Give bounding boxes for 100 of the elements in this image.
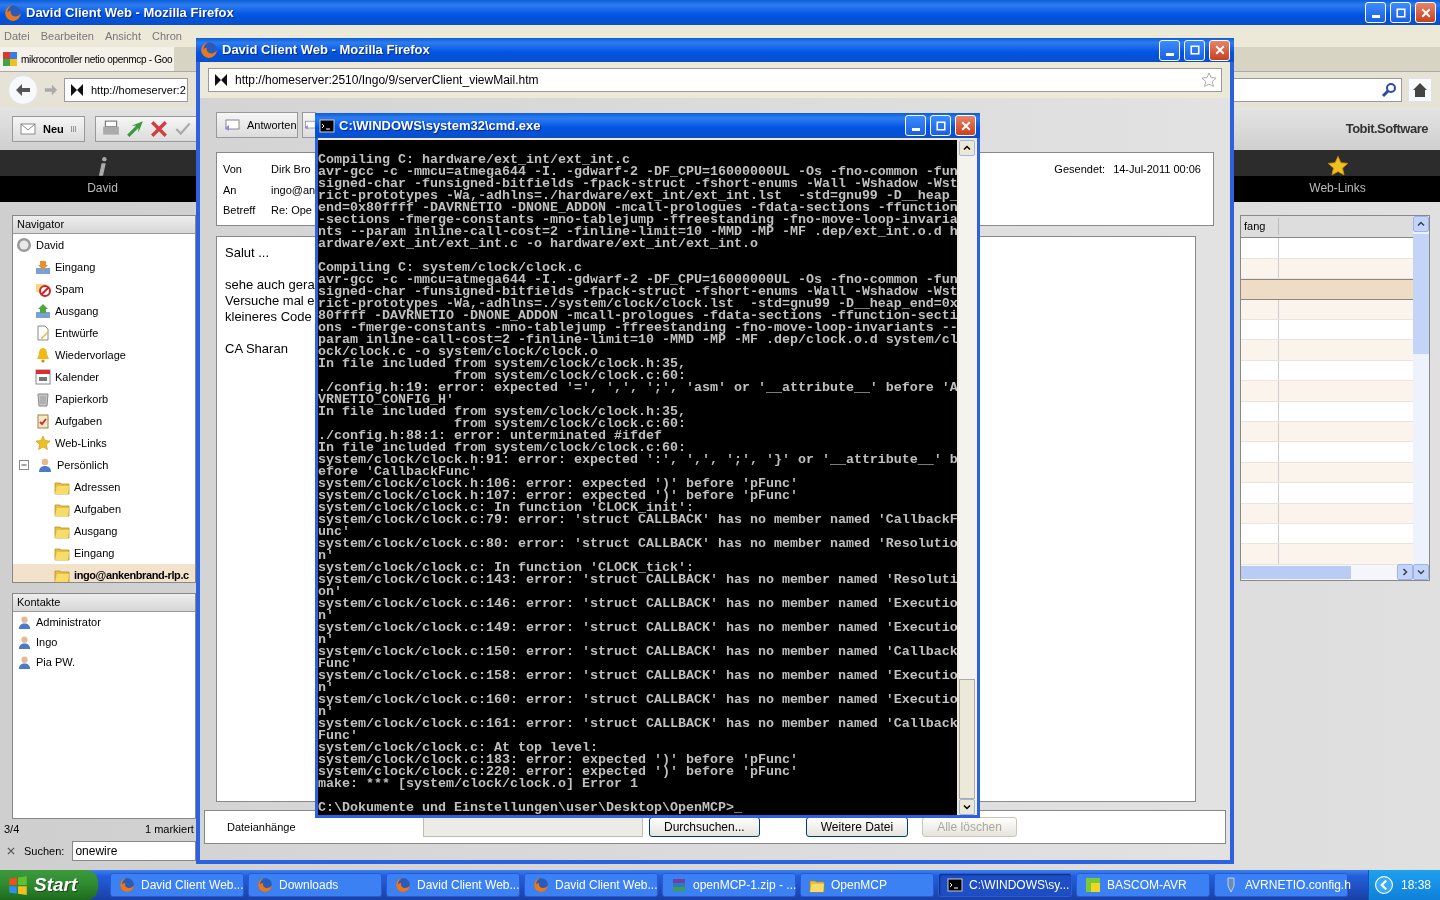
tree-item[interactable]: Persönlich: [13, 454, 195, 476]
document-icon: [35, 325, 51, 341]
arrow-icon[interactable]: [125, 120, 144, 138]
search-icon[interactable]: [1381, 82, 1397, 98]
chevron-up-icon: [963, 144, 972, 152]
column-header[interactable]: fang: [1241, 218, 1279, 235]
console-line: n': [318, 634, 334, 646]
taskbar-button[interactable]: OpenMCP: [800, 873, 934, 897]
contact-item[interactable]: Ingo: [13, 632, 195, 652]
close-button[interactable]: [955, 115, 976, 136]
person-icon: [17, 614, 32, 630]
maximize-button[interactable]: [1390, 2, 1411, 23]
taskbar-button[interactable]: openMCP-1.zip - ...: [662, 873, 796, 897]
reply-button[interactable]: Antworten: [216, 112, 298, 138]
forward-arrow-icon[interactable]: [44, 83, 58, 97]
tree-item[interactable]: ingo@ankenbrand-rlp.c: [13, 564, 195, 582]
vertical-scrollbar[interactable]: [1413, 216, 1429, 580]
tree-item[interactable]: Ausgang: [13, 520, 195, 542]
taskbar-button[interactable]: AVRNETIO.config.h: [1214, 873, 1348, 897]
minimize-button[interactable]: [1365, 2, 1386, 23]
tree-item[interactable]: Ausgang: [13, 300, 195, 322]
toolbar-button[interactable]: [302, 112, 316, 138]
tree-item[interactable]: Aufgaben: [13, 410, 195, 432]
tree-item[interactable]: Wiedervorlage: [13, 344, 195, 366]
browser-icon: [533, 877, 549, 893]
minimize-button[interactable]: [905, 115, 926, 136]
menu-item[interactable]: Ansicht: [104, 27, 141, 45]
minimize-button[interactable]: [1159, 39, 1180, 61]
tree-item[interactable]: Papierkorb: [13, 388, 195, 410]
tree-item[interactable]: Web-Links: [13, 432, 195, 454]
tree-item[interactable]: Kalender: [13, 366, 195, 388]
vertical-scrollbar[interactable]: [959, 140, 977, 815]
folder-icon: [54, 523, 70, 539]
calendar-icon: [35, 369, 51, 385]
form-button[interactable]: Weitere Datei: [805, 817, 909, 837]
scroll-thumb[interactable]: [1413, 234, 1429, 354]
tree-item[interactable]: David: [13, 234, 195, 256]
delete-icon[interactable]: [149, 120, 168, 138]
taskbar-button[interactable]: Downloads: [248, 873, 382, 897]
minimize-icon: [911, 128, 920, 131]
address-bar-field[interactable]: [1232, 78, 1402, 102]
form-button[interactable]: Durchsuchen...: [649, 817, 760, 837]
body-line: kleineres Code: [225, 309, 312, 325]
taskbar-button[interactable]: David Client Web...: [110, 873, 244, 897]
minimize-icon: [1371, 15, 1380, 18]
nav-band-tab[interactable]: David: [60, 155, 145, 197]
check-icon[interactable]: [173, 120, 192, 138]
body-line: CA Sharan: [225, 341, 288, 357]
url-field[interactable]: http://homeserver:2: [64, 78, 188, 102]
scroll-thumb[interactable]: [1241, 565, 1351, 579]
band-label: Web-Links: [1309, 180, 1366, 197]
console-line: In file included from system/clock/clock.h:35,: [318, 358, 687, 370]
close-button[interactable]: [1209, 39, 1230, 61]
tree-item[interactable]: Eingang: [13, 256, 195, 278]
search-field[interactable]: onewire: [72, 841, 197, 861]
browser-tab[interactable]: mikrocontroller netio openmcp - Goo: [0, 47, 175, 71]
url-field[interactable]: http://homeserver:2510/Ingo/9/serverClient_viewMail.htm: [208, 68, 1222, 92]
tree-item[interactable]: Spam: [13, 278, 195, 300]
taskbar-button[interactable]: David Client Web...: [524, 873, 658, 897]
start-button[interactable]: Start: [0, 870, 98, 900]
browser-icon: [395, 877, 411, 893]
bookmark-star-icon[interactable]: [1201, 72, 1217, 88]
menu-item[interactable]: Datei: [4, 27, 30, 45]
maximize-icon: [935, 120, 946, 131]
close-button[interactable]: [1415, 2, 1436, 23]
taskbar-button[interactable]: C:\WINDOWS\sy...: [938, 873, 1072, 897]
person-icon: [17, 634, 32, 650]
expand-toggle[interactable]: [19, 460, 29, 470]
menu-item[interactable]: Chron: [152, 27, 182, 45]
close-icon: [1214, 45, 1225, 55]
new-button[interactable]: Neu: [12, 116, 85, 142]
grid-row[interactable]: [1241, 279, 1413, 300]
tree-item[interactable]: Aufgaben: [13, 498, 195, 520]
scroll-up-button[interactable]: [959, 140, 976, 156]
chevron-left-icon[interactable]: [1375, 876, 1393, 894]
person-icon: [17, 654, 32, 670]
tree-item[interactable]: Entwürfe: [13, 322, 195, 344]
console-line: system/clock/clock.c:183: error: expected ')' before 'pFunc': [318, 754, 799, 766]
star-icon: [35, 435, 51, 451]
menu-item[interactable]: Bearbeiten: [40, 27, 94, 45]
nav-band-tab[interactable]: Web-Links: [1295, 155, 1380, 197]
tree-item[interactable]: Adressen: [13, 476, 195, 498]
console-line: Compiling C: system/clock/clock.c: [318, 262, 582, 274]
back-button[interactable]: [8, 75, 38, 105]
folder-icon: [809, 877, 825, 893]
close-icon[interactable]: [6, 846, 16, 856]
tree-item[interactable]: Eingang: [13, 542, 195, 564]
scroll-thumb[interactable]: [959, 679, 976, 799]
maximize-button[interactable]: [1184, 39, 1205, 61]
scroll-right-button[interactable]: [1397, 564, 1413, 581]
maximize-button[interactable]: [930, 115, 951, 136]
scroll-down-button[interactable]: [959, 799, 976, 815]
taskbar-button[interactable]: David Client Web...: [386, 873, 520, 897]
file-field[interactable]: [423, 817, 643, 837]
print-icon[interactable]: [101, 120, 120, 138]
contact-item[interactable]: Pia PW.: [13, 652, 195, 672]
envelope-icon: [223, 117, 241, 133]
contact-item[interactable]: Administrator: [13, 612, 195, 632]
home-button[interactable]: [1408, 78, 1432, 102]
taskbar-button[interactable]: BASCOM-AVR: [1076, 873, 1210, 897]
